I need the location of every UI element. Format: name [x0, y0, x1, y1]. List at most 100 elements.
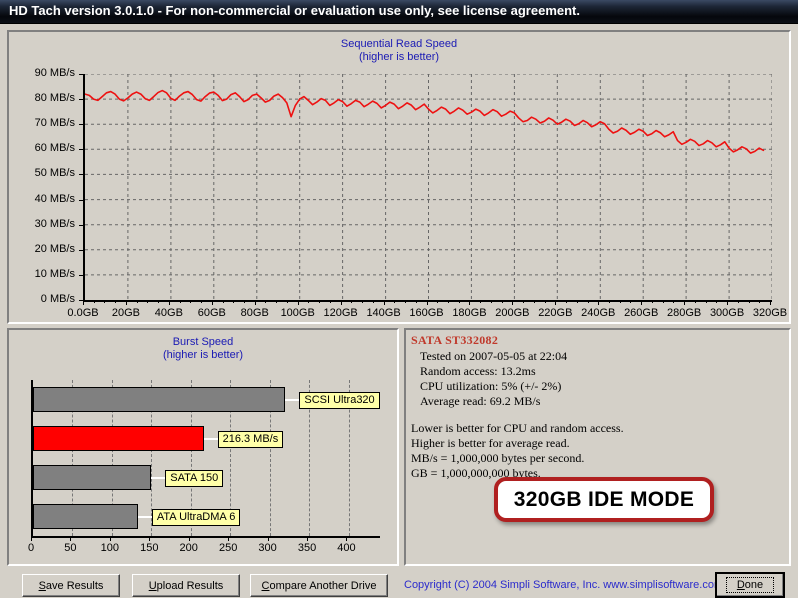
seq-x-tick — [458, 300, 460, 303]
burst-x-tick — [188, 536, 190, 541]
compare-text: ompare Another Drive — [269, 579, 377, 592]
seq-x-tick — [340, 300, 342, 305]
sequential-read-svg — [85, 74, 772, 300]
client-area: Sequential Read Speed (higher is better)… — [0, 24, 798, 598]
done-button-focus-ring: Done — [725, 577, 775, 593]
seq-x-tick — [501, 300, 503, 303]
seq-x-tick — [415, 300, 417, 303]
upload-results-label: Upload Results — [149, 580, 224, 592]
seq-x-tick — [576, 300, 578, 303]
drive-stat-line: CPU utilization: 5% (+/- 2%) — [420, 379, 562, 393]
drive-stat-line: Tested on 2007-05-05 at 22:04 — [420, 349, 568, 363]
seq-x-tick-label: 200GB — [495, 307, 530, 319]
seq-x-tick — [394, 300, 396, 303]
seq-y-tick-label: 30 MB/s — [34, 217, 75, 230]
seq-y-tick-label: 50 MB/s — [34, 167, 75, 180]
burst-bar-label: SATA 150 — [165, 469, 224, 487]
burst-x-tick — [149, 536, 151, 541]
seq-x-tick-label: 260GB — [624, 307, 659, 319]
done-mnemonic: D — [736, 579, 745, 591]
save-results-label: Save Results — [39, 580, 104, 592]
burst-leader-line — [151, 476, 166, 479]
burst-x-tick — [307, 536, 309, 541]
seq-x-tick — [104, 300, 106, 303]
done-label: Done — [737, 579, 763, 591]
seq-x-tick — [490, 300, 492, 303]
drive-stat-line: Random access: 13.2ms — [420, 364, 536, 378]
seq-x-tick — [265, 300, 267, 303]
compare-another-drive-button[interactable]: Compare Another Drive — [250, 574, 388, 597]
seq-x-tick-label: 100GB — [280, 307, 315, 319]
seq-x-tick — [158, 300, 160, 303]
seq-x-tick — [93, 300, 95, 303]
seq-x-tick — [759, 300, 761, 303]
upload-results-text: pload Results — [156, 579, 224, 592]
burst-x-tick-label: 250 — [218, 542, 238, 554]
seq-x-tick — [405, 300, 407, 303]
seq-x-tick-label: 160GB — [409, 307, 444, 319]
burst-leader-line — [203, 437, 218, 440]
upload-results-button[interactable]: Upload Results — [132, 574, 240, 597]
burst-x-tick-label: 100 — [100, 542, 120, 554]
seq-x-tick — [705, 300, 707, 303]
seq-x-tick-label: 280GB — [667, 307, 702, 319]
seq-x-tick — [748, 300, 750, 303]
burst-bar-label: 216.3 MB/s — [217, 430, 284, 448]
seq-x-tick — [480, 300, 482, 303]
burst-speed-title: Burst Speed — [172, 336, 234, 348]
seq-x-tick-label: 0.0GB — [67, 307, 99, 319]
sequential-read-subtitle: (higher is better) — [358, 51, 440, 63]
mode-badge: 320GB IDE MODE — [494, 477, 714, 522]
save-results-text: ave Results — [45, 579, 104, 592]
seq-x-tick — [598, 300, 600, 305]
burst-x-tick-label: 350 — [297, 542, 317, 554]
seq-y-tick — [79, 224, 83, 226]
burst-x-tick — [346, 536, 348, 541]
seq-y-tick — [79, 249, 83, 251]
seq-y-tick-label: 40 MB/s — [34, 192, 75, 205]
seq-x-tick — [179, 300, 181, 303]
seq-y-tick-label: 60 MB/s — [34, 142, 75, 155]
seq-x-tick — [233, 300, 235, 303]
seq-x-tick — [619, 300, 621, 303]
seq-x-tick — [426, 300, 428, 305]
seq-x-tick — [276, 300, 278, 303]
seq-x-tick — [136, 300, 138, 303]
seq-x-tick — [383, 300, 385, 305]
seq-x-tick — [641, 300, 643, 305]
burst-speed-panel: Burst Speed (higher is better) SCSI Ultr… — [7, 328, 399, 566]
seq-x-tick — [566, 300, 568, 303]
seq-x-tick — [469, 300, 471, 305]
drive-info-content: SATA ST332082 Tested on 2007-05-05 at 22… — [411, 333, 785, 561]
burst-bar — [33, 465, 152, 490]
drive-info-panel: SATA ST332082 Tested on 2007-05-05 at 22… — [404, 328, 791, 566]
seq-x-tick — [125, 300, 127, 305]
seq-x-tick — [684, 300, 686, 305]
seq-x-tick — [662, 300, 664, 303]
seq-x-tick — [447, 300, 449, 303]
seq-x-tick — [694, 300, 696, 303]
save-results-mnemonic: S — [38, 579, 46, 592]
seq-x-tick — [222, 300, 224, 303]
seq-y-tick — [79, 149, 83, 151]
seq-x-tick-label: 180GB — [452, 307, 487, 319]
seq-x-tick-label: 300GB — [709, 307, 745, 319]
burst-leader-line — [137, 515, 152, 518]
seq-x-tick-label: 120GB — [323, 307, 358, 319]
seq-x-tick — [297, 300, 299, 305]
sequential-read-panel: Sequential Read Speed (higher is better)… — [7, 30, 791, 324]
burst-bar-label: SCSI Ultra320 — [299, 391, 380, 409]
done-button[interactable]: Done — [715, 572, 785, 598]
seq-x-tick-label: 220GB — [538, 307, 573, 319]
burst-x-tick — [228, 536, 230, 541]
save-results-button[interactable]: Save Results — [22, 574, 120, 597]
seq-y-tick-label: 0 MB/s — [40, 293, 75, 305]
burst-x-tick-label: 50 — [64, 542, 77, 554]
burst-x-tick-label: 400 — [337, 542, 356, 554]
seq-y-tick — [79, 174, 83, 176]
seq-y-tick-label: 70 MB/s — [34, 117, 75, 130]
seq-x-tick — [587, 300, 589, 303]
seq-x-tick — [555, 300, 557, 305]
seq-x-tick — [523, 300, 525, 303]
drive-note-line: Higher is better for average read. — [411, 436, 570, 450]
